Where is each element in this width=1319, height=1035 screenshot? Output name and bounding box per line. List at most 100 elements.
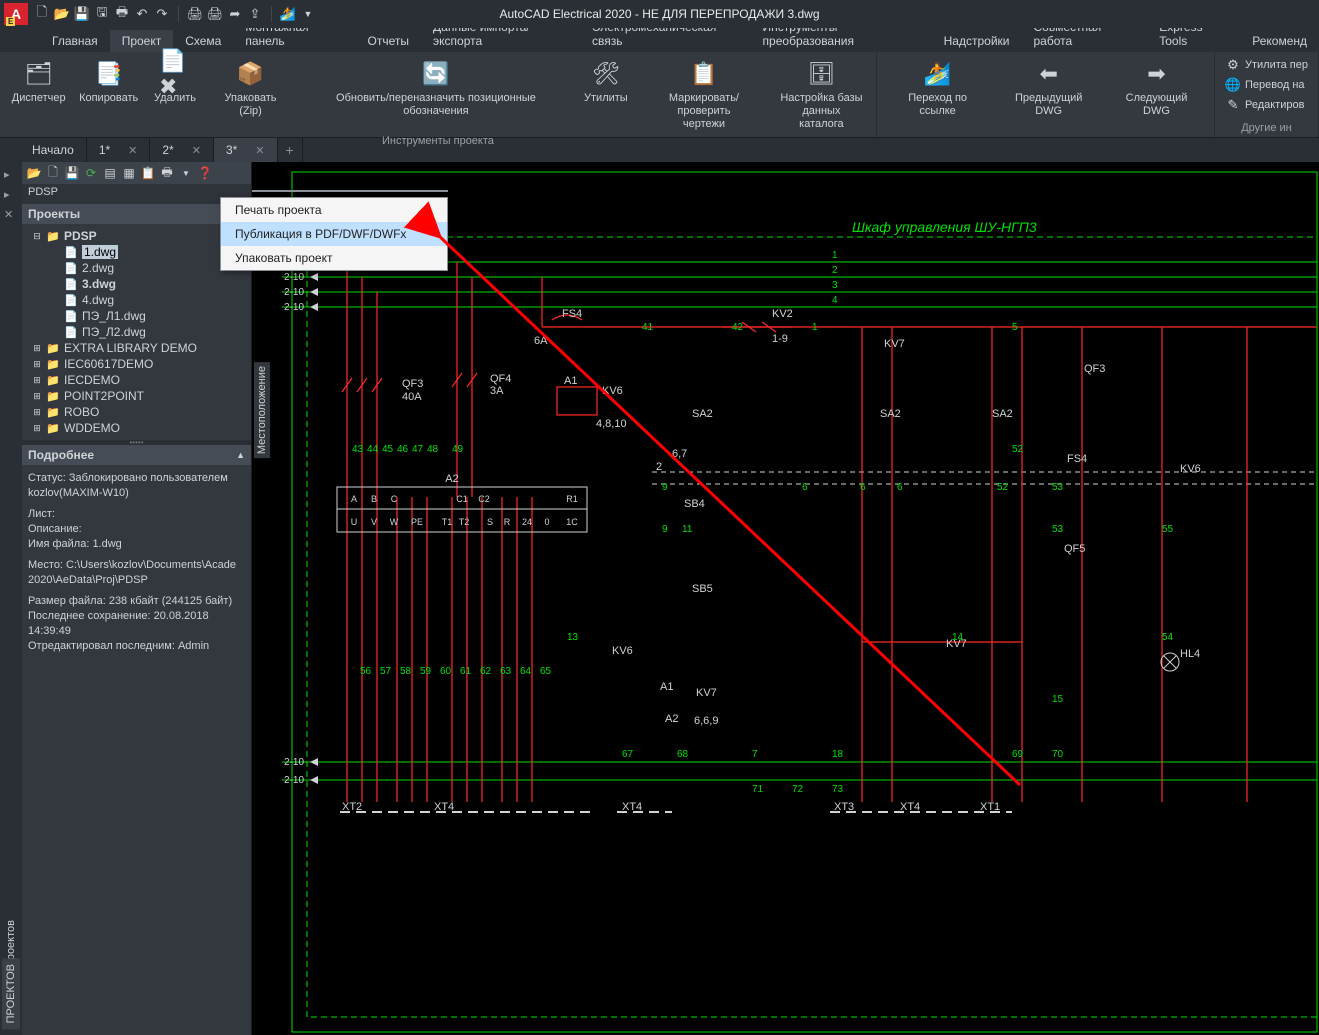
ribbon-migrate-button[interactable]: ⚙Утилита пер xyxy=(1221,56,1312,74)
tree-folder-EXTRA LIBRARY DEMO[interactable]: ⊞EXTRA LIBRARY DEMO xyxy=(24,340,249,356)
details-body: Статус: Заблокировано пользователем kozl… xyxy=(22,465,251,1035)
qat-batch-icon[interactable]: 🖨 xyxy=(207,6,223,22)
proj-tb-refresh-icon[interactable]: ⟳ xyxy=(83,165,99,181)
svg-text:QF3: QF3 xyxy=(402,378,423,390)
qat-export-icon[interactable]: ⇪ xyxy=(247,6,263,22)
tree-file-2.dwg[interactable]: 2.dwg xyxy=(24,260,249,276)
ribbon-copy-button[interactable]: 📑Копировать xyxy=(73,56,144,107)
doc-tab-add[interactable]: + xyxy=(278,138,303,162)
qat-plot-icon[interactable]: 🖨 xyxy=(187,6,203,22)
ribbon-zip-button[interactable]: 📦Упаковать (Zip) xyxy=(206,56,295,120)
tree-expand-icon[interactable]: ⊞ xyxy=(32,343,42,354)
file-icon xyxy=(63,325,79,339)
proj-tb-report-icon[interactable]: 📋 xyxy=(140,165,156,181)
doc-tab-1[interactable]: 1*✕ xyxy=(87,138,151,162)
bottom-vertical-tab[interactable]: ПРОЕКТОВ xyxy=(2,958,20,1029)
qat-new-icon[interactable]: 🗋 xyxy=(34,6,50,22)
svg-text:FS4: FS4 xyxy=(562,308,582,320)
qat-dropdown-icon[interactable]: ▼ xyxy=(300,6,316,22)
ribbon-link-button[interactable]: 🏄Переход по ссылке xyxy=(883,56,992,120)
app-logo[interactable]: A xyxy=(4,3,28,25)
tree-label: IEC60617DEMO xyxy=(64,357,153,371)
context-menu-item-0[interactable]: Печать проекта xyxy=(221,198,447,222)
proj-tb-print-icon[interactable]: 🖶 xyxy=(159,165,175,181)
svg-text:64: 64 xyxy=(520,666,532,677)
tree-file-4.dwg[interactable]: 4.dwg xyxy=(24,292,249,308)
proj-tb-new-icon[interactable]: 🗋 xyxy=(45,165,61,181)
context-menu-item-1[interactable]: Публикация в PDF/DWF/DWFx xyxy=(221,222,447,246)
svg-text:FS4: FS4 xyxy=(1067,453,1087,465)
qat-saveas-icon[interactable]: 🖫 xyxy=(94,6,110,22)
project-context-menu[interactable]: Печать проектаПубликация в PDF/DWF/DWFxУ… xyxy=(220,197,448,271)
svg-text:QF4: QF4 xyxy=(490,373,511,385)
tree-expand-icon[interactable]: ⊞ xyxy=(32,423,42,434)
tree-expand-icon[interactable]: ⊞ xyxy=(32,407,42,418)
drawing-area[interactable]: Местоположение Шкаф управления ШУ-НГП3 1… xyxy=(252,162,1319,1035)
doc-tab-close-icon[interactable]: ✕ xyxy=(128,144,137,157)
tree-file-ПЭ_Л1.dwg[interactable]: ПЭ_Л1.dwg xyxy=(24,308,249,324)
tree-folder-WDDEMO[interactable]: ⊞WDDEMO xyxy=(24,420,249,436)
tree-folder-PDSP[interactable]: ⊟PDSP xyxy=(24,228,249,244)
ribbon-utils-button[interactable]: 🛠Утилиты xyxy=(577,56,635,107)
svg-text:6: 6 xyxy=(860,482,866,493)
tree-expand-icon[interactable]: ⊞ xyxy=(32,391,42,402)
ribbon-translate-button[interactable]: 🌐Перевод на xyxy=(1221,76,1309,94)
qat-save-icon[interactable]: 💾 xyxy=(74,6,90,22)
doc-tab-2[interactable]: 2*✕ xyxy=(150,138,214,162)
ribbon-next-button[interactable]: ➡Следующий DWG xyxy=(1105,56,1208,120)
svg-text:6: 6 xyxy=(897,482,903,493)
svg-text:72: 72 xyxy=(792,784,804,795)
qat-open-icon[interactable]: 📂 xyxy=(54,6,70,22)
edit-label: Редактиров xyxy=(1245,99,1304,112)
ribbon-tab-0[interactable]: Главная xyxy=(40,30,110,52)
tree-expand-icon[interactable]: ⊞ xyxy=(32,375,42,386)
proj-tb-help-icon[interactable]: ❓ xyxy=(197,165,213,181)
drawing-canvas[interactable]: Шкаф управления ШУ-НГП3 1 2 3 4 2-10 2-1… xyxy=(252,162,1319,1035)
tree-folder-ROBO[interactable]: ⊞ROBO xyxy=(24,404,249,420)
tree-file-1.dwg[interactable]: 1.dwg xyxy=(24,244,249,260)
svg-text:5: 5 xyxy=(1012,322,1018,333)
qat-cloud-icon[interactable]: 🏄 xyxy=(280,6,296,22)
qat-undo-icon[interactable]: ↶ xyxy=(134,6,150,22)
sidestrip-pin-icon[interactable]: ▸ xyxy=(4,168,18,182)
detail-sheet: Лист: xyxy=(28,508,55,520)
sidestrip-close-icon[interactable]: ✕ xyxy=(4,208,18,222)
doc-tab-close-icon[interactable]: ✕ xyxy=(255,144,264,157)
ribbon-catalog-button[interactable]: 🗄Настройка базы данных каталога xyxy=(773,56,870,133)
svg-text:KV6: KV6 xyxy=(1180,463,1201,475)
tree-expand-icon[interactable]: ⊞ xyxy=(32,359,42,370)
tree-expand-icon[interactable]: ⊟ xyxy=(32,231,42,242)
proj-tb-list-icon[interactable]: ▤ xyxy=(102,165,118,181)
ribbon-tab-8[interactable]: Надстройки xyxy=(932,30,1022,52)
proj-tb-sheet-icon[interactable]: ▦ xyxy=(121,165,137,181)
sidestrip-pin2-icon[interactable]: ▸ xyxy=(4,188,18,202)
doc-tab-close-icon[interactable]: ✕ xyxy=(192,144,201,157)
doc-tab-0[interactable]: Начало xyxy=(20,138,87,162)
qat-print-icon[interactable]: 🖶 xyxy=(114,6,130,22)
ribbon-tab-4[interactable]: Отчеты xyxy=(356,30,421,52)
ribbon-delete-button[interactable]: 📄✖Удалить xyxy=(146,56,204,107)
tree-file-ПЭ_Л2.dwg[interactable]: ПЭ_Л2.dwg xyxy=(24,324,249,340)
project-tree[interactable]: ⊟PDSP1.dwg2.dwg3.dwg4.dwgПЭ_Л1.dwgПЭ_Л2.… xyxy=(22,224,251,440)
qat-redo-icon[interactable]: ↷ xyxy=(154,6,170,22)
svg-text:KV7: KV7 xyxy=(884,338,905,350)
ribbon-refresh-button[interactable]: 🔄Обновить/переназначить позиционные обоз… xyxy=(297,56,575,120)
context-menu-item-2[interactable]: Упаковать проект xyxy=(221,246,447,270)
detail-editor: Отредактировал последним: Admin xyxy=(28,640,209,652)
ribbon-dispatcher-button[interactable]: 🗂Диспетчер xyxy=(6,56,71,107)
qat-share-icon[interactable]: ➦ xyxy=(227,6,243,22)
proj-tb-dd-icon[interactable]: ▼ xyxy=(178,165,194,181)
proj-tb-open-icon[interactable]: 📂 xyxy=(26,165,42,181)
tree-folder-POINT2POINT[interactable]: ⊞POINT2POINT xyxy=(24,388,249,404)
ribbon-edit-button[interactable]: ✎Редактиров xyxy=(1221,96,1308,114)
doc-tab-3[interactable]: 3*✕ xyxy=(214,138,278,162)
ribbon-prev-button[interactable]: ⬅Предыдущий DWG xyxy=(994,56,1103,120)
tree-folder-IECDEMO[interactable]: ⊞IECDEMO xyxy=(24,372,249,388)
prev-icon: ⬅ xyxy=(1033,58,1065,90)
proj-tb-save-icon[interactable]: 💾 xyxy=(64,165,80,181)
ribbon-mark-button[interactable]: 📋Маркировать/проверить чертежи xyxy=(637,56,771,133)
tree-folder-IEC60617DEMO[interactable]: ⊞ IEC60617DEMO xyxy=(24,356,249,372)
tree-file-3.dwg[interactable]: 3.dwg xyxy=(24,276,249,292)
details-header-collapse-icon[interactable]: ▲ xyxy=(236,450,245,460)
ribbon-tab-11[interactable]: Рекоменд xyxy=(1240,30,1319,52)
